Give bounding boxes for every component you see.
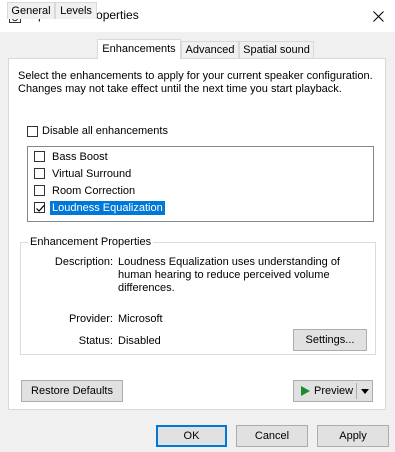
settings-button[interactable]: Settings... xyxy=(293,329,367,351)
list-item-loudness-equalization[interactable]: Loudness Equalization xyxy=(28,200,373,216)
ok-button[interactable]: OK xyxy=(156,425,227,447)
list-item-bass-boost[interactable]: Bass Boost xyxy=(28,149,373,165)
play-icon xyxy=(301,386,310,396)
preview-label: Preview xyxy=(314,385,354,397)
provider-value: Microsoft xyxy=(118,313,163,325)
list-item-label: Loudness Equalization xyxy=(50,201,165,215)
description-label: Description: xyxy=(54,256,113,268)
virtual-surround-checkbox[interactable] xyxy=(34,168,45,179)
cancel-button[interactable]: Cancel xyxy=(236,425,308,447)
tab-panel-enhancements xyxy=(8,58,386,410)
list-item-room-correction[interactable]: Room Correction xyxy=(28,183,373,199)
checkmark-icon xyxy=(36,204,45,212)
loudness-equalization-checkbox[interactable] xyxy=(34,202,45,213)
group-title: Enhancement Properties xyxy=(28,236,154,248)
preview-split-button[interactable]: Preview xyxy=(293,380,373,402)
tab-general[interactable]: General xyxy=(7,2,55,19)
chevron-down-icon xyxy=(360,388,369,394)
provider-label: Provider: xyxy=(68,313,113,325)
list-item-label: Bass Boost xyxy=(52,151,108,163)
disable-all-checkbox[interactable] xyxy=(27,126,38,137)
tab-levels[interactable]: Levels xyxy=(55,2,97,19)
room-correction-checkbox[interactable] xyxy=(34,185,45,196)
disable-all-label: Disable all enhancements xyxy=(42,125,168,137)
close-button[interactable] xyxy=(361,0,395,32)
list-item-label: Virtual Surround xyxy=(52,168,132,180)
enhancements-list[interactable]: Bass Boost Virtual Surround Room Correct… xyxy=(27,146,374,222)
list-item-label: Room Correction xyxy=(52,185,136,197)
tab-advanced[interactable]: Advanced xyxy=(181,41,239,58)
apply-button[interactable]: Apply xyxy=(317,425,389,447)
status-value: Disabled xyxy=(118,335,161,347)
preview-dropdown[interactable] xyxy=(357,381,372,401)
bass-boost-checkbox[interactable] xyxy=(34,151,45,162)
status-label: Status: xyxy=(78,335,113,347)
preview-button[interactable]: Preview xyxy=(294,381,356,401)
description-value: Loudness Equalization uses understanding… xyxy=(118,256,340,294)
tab-spatial-sound[interactable]: Spatial sound xyxy=(239,41,314,58)
intro-text: Select the enhancements to apply for you… xyxy=(18,70,373,95)
tab-enhancements[interactable]: Enhancements xyxy=(97,39,181,59)
restore-defaults-button[interactable]: Restore Defaults xyxy=(21,380,123,402)
list-item-virtual-surround[interactable]: Virtual Surround xyxy=(28,166,373,182)
close-icon xyxy=(372,10,384,22)
